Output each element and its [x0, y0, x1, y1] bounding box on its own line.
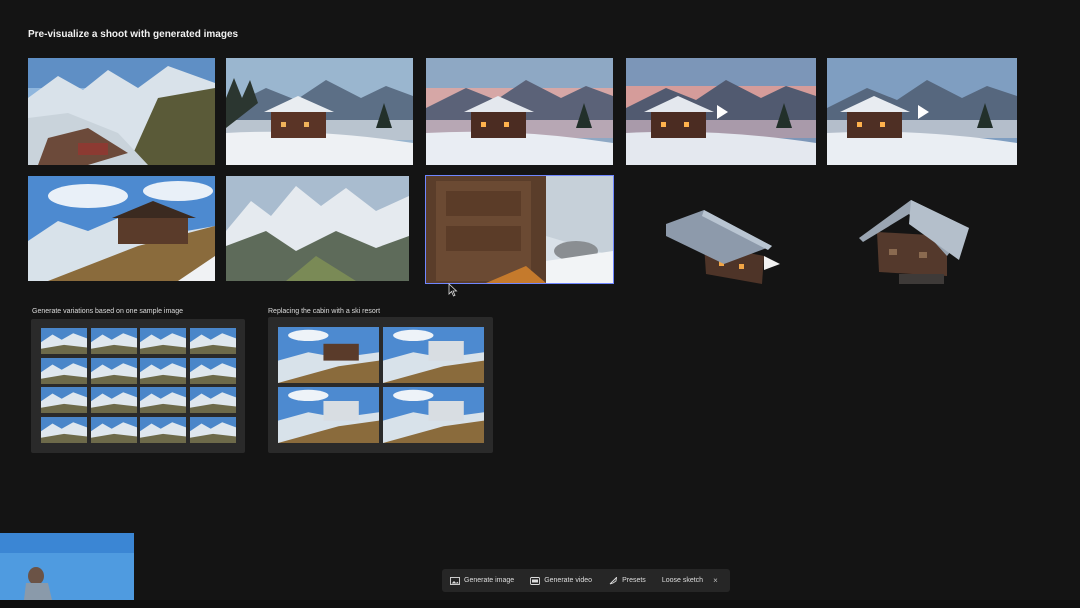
variation-thumbnail[interactable] [140, 357, 186, 384]
variation-thumbnail[interactable] [140, 387, 186, 413]
play-icon[interactable] [918, 104, 929, 119]
variation-thumbnail[interactable] [41, 387, 87, 413]
video-cabin-smoke[interactable] [827, 58, 1017, 165]
loose-sketch-chip[interactable]: Loose sketch × [654, 569, 726, 592]
ski-resort-thumbnail[interactable] [383, 327, 484, 383]
image-icon [450, 576, 460, 585]
variations-panel [31, 319, 245, 453]
replace-section-label: Replacing the cabin with a ski resort [268, 308, 381, 315]
variation-thumbnail[interactable] [90, 387, 137, 413]
variation-thumbnail[interactable] [189, 416, 236, 443]
image-mountain-range[interactable] [226, 176, 409, 281]
image-cabin-door-selected[interactable] [425, 175, 614, 284]
generate-image-button[interactable]: Generate image [442, 569, 522, 592]
variation-thumbnail[interactable] [90, 328, 137, 354]
variation-thumbnail[interactable] [90, 416, 137, 443]
video-cabin-dusk[interactable] [626, 58, 816, 165]
variation-thumbnail[interactable] [189, 328, 236, 354]
ski-resort-thumbnail[interactable] [278, 387, 379, 443]
ski-resort-thumbnail[interactable] [383, 387, 484, 443]
image-cabin-dusk[interactable] [426, 58, 613, 165]
image-cabin-3d-model-2[interactable] [859, 194, 973, 288]
generate-video-button[interactable]: Generate video [522, 569, 600, 592]
mouse-cursor-icon [448, 283, 458, 297]
ski-resort-thumbnail[interactable] [278, 327, 379, 383]
presenter-webcam [0, 533, 134, 600]
variation-thumbnail[interactable] [41, 357, 87, 384]
image-chalet-hillside[interactable] [28, 176, 215, 281]
variation-thumbnail[interactable] [90, 357, 137, 384]
image-cabin-3d-model-1[interactable] [664, 206, 782, 288]
presets-button[interactable]: Presets [600, 569, 654, 592]
generate-image-label: Generate image [464, 577, 515, 584]
presets-label: Presets [622, 577, 646, 584]
image-village-valley[interactable] [28, 58, 215, 165]
variation-thumbnail[interactable] [189, 387, 236, 413]
play-icon[interactable] [717, 104, 728, 119]
page-title: Pre-visualize a shoot with generated ima… [28, 29, 239, 40]
generation-toolbar: Generate image Generate video Presets Lo… [442, 569, 730, 592]
generate-video-label: Generate video [544, 577, 593, 584]
variation-thumbnail[interactable] [140, 328, 186, 354]
bottom-bar [0, 600, 1080, 608]
rocket-icon [609, 576, 618, 584]
variation-thumbnail[interactable] [189, 357, 236, 384]
image-cabin-day[interactable] [226, 58, 413, 165]
loose-sketch-label: Loose sketch [661, 577, 704, 584]
variation-thumbnail[interactable] [41, 328, 87, 354]
replace-panel [268, 317, 493, 453]
variation-thumbnail[interactable] [140, 416, 186, 443]
close-icon[interactable]: × [713, 576, 718, 585]
video-icon [530, 576, 541, 585]
variations-section-label: Generate variations based on one sample … [32, 308, 183, 315]
variation-thumbnail[interactable] [41, 416, 87, 443]
